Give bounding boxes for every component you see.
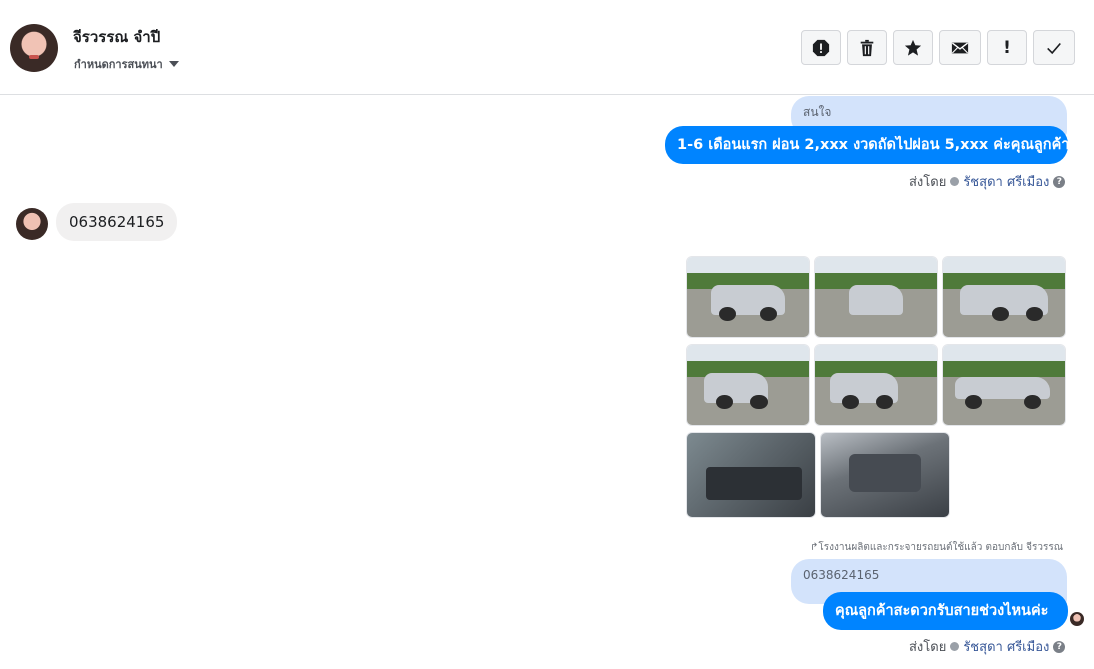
outgoing-message-bubble[interactable]: 1-6 เดือนแรก ผ่อน 2,xxx งวดถัดไปผ่อน 5,x… — [665, 126, 1070, 164]
car-photo[interactable] — [814, 344, 938, 426]
message-text: 1-6 เดือนแรก ผ่อน 2,xxx งวดถัดไปผ่อน 5,x… — [677, 137, 1070, 153]
car-engine-photo[interactable] — [820, 432, 950, 518]
sent-by-line: ส่งโดย รัชสุดา ศรีเมือง ? — [909, 171, 1066, 192]
star-button[interactable] — [893, 30, 933, 65]
trash-icon — [858, 39, 876, 57]
sent-by-label: ส่งโดย — [909, 640, 947, 655]
verified-icon — [950, 177, 960, 186]
delete-button[interactable] — [847, 30, 887, 65]
car-photo[interactable] — [686, 256, 810, 338]
report-button[interactable] — [801, 30, 841, 65]
sender-avatar[interactable] — [16, 208, 48, 240]
star-icon — [904, 39, 922, 57]
car-photo[interactable] — [942, 344, 1066, 426]
conversation-header: จีรวรรณ จำปี กำหนดการสนทนา ! — [0, 0, 1094, 95]
check-icon — [1045, 39, 1063, 57]
mark-important-button[interactable]: ! — [987, 30, 1027, 65]
agent-name-link[interactable]: รัชสุดา ศรีเมือง — [963, 636, 1049, 657]
quoted-text: 0638624165 — [803, 568, 880, 582]
message-text: 0638624165 — [69, 213, 165, 231]
agent-name-link[interactable]: รัชสุดา ศรีเมือง — [963, 171, 1049, 192]
conversation-toolbar: ! — [801, 30, 1075, 65]
contact-name[interactable]: จีรวรรณ จำปี — [73, 25, 160, 49]
car-interior-photo[interactable] — [686, 432, 816, 518]
seen-avatar — [1070, 612, 1084, 626]
help-icon[interactable]: ? — [1053, 640, 1066, 653]
mark-unread-button[interactable] — [939, 30, 981, 65]
outgoing-message-bubble[interactable]: คุณลูกค้าสะดวกรับสายช่วงไหนค่ะ — [823, 592, 1068, 630]
conversation-settings-dropdown[interactable]: กำหนดการสนทนา — [74, 55, 179, 73]
incoming-message-bubble[interactable]: 0638624165 — [56, 203, 178, 241]
sent-by-label: ส่งโดย — [909, 175, 947, 190]
sent-by-line: ส่งโดย รัชสุดา ศรีเมือง ? — [909, 636, 1066, 657]
car-photo[interactable] — [942, 256, 1066, 338]
car-photo[interactable] — [814, 256, 938, 338]
envelope-icon — [951, 39, 969, 57]
mark-done-button[interactable] — [1033, 30, 1075, 65]
message-text: คุณลูกค้าสะดวกรับสายช่วงไหนค่ะ — [835, 603, 1049, 619]
caret-down-icon — [168, 61, 179, 67]
reply-context-note: ↱โรงงานผลิตและกระจายรถยนต์ใช้แล้ว ตอบกลั… — [810, 542, 1063, 553]
report-icon — [812, 39, 830, 57]
conversation-settings-label: กำหนดการสนทนา — [74, 58, 163, 71]
help-icon[interactable]: ? — [1053, 175, 1066, 188]
contact-avatar[interactable] — [10, 24, 58, 72]
car-photo[interactable] — [686, 344, 810, 426]
quoted-text: สนใจ — [803, 105, 832, 119]
verified-icon — [950, 642, 960, 651]
exclamation-icon: ! — [1003, 37, 1011, 58]
